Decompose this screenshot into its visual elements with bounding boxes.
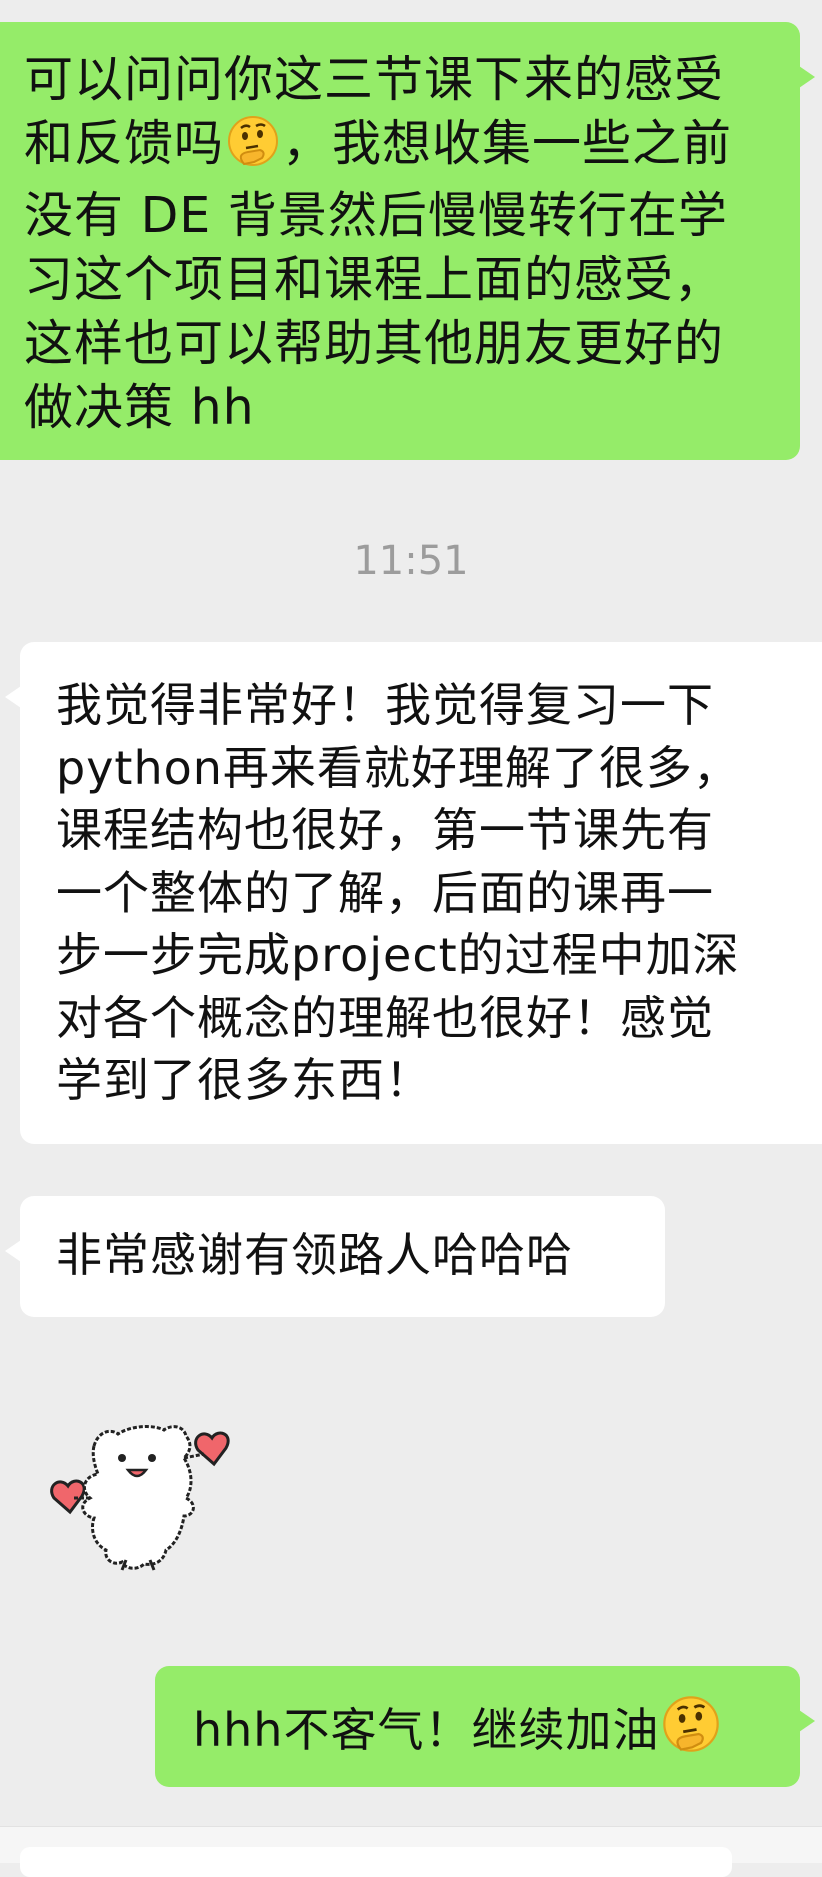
message-timestamp: 11:51 (353, 538, 469, 584)
message-text: hhh不客气！继续加油 (193, 1703, 660, 1757)
input-toolbar (0, 1826, 822, 1877)
thinking-face-emoji-icon (226, 114, 280, 184)
bear-holding-hearts-sticker[interactable] (48, 1420, 238, 1572)
bear-sticker-icon (50, 1425, 230, 1571)
incoming-message-bubble[interactable]: 我觉得非常好！我觉得复习一下 python再来看就好理解了很多， 课程结构也很好… (5, 642, 822, 1144)
incoming-message-bubble[interactable]: 非常感谢有领路人哈哈哈 (5, 1196, 665, 1317)
message-text: 非常感谢有领路人哈哈哈 (56, 1228, 573, 1282)
outgoing-message-bubble[interactable]: 可以问问你这三节课下来的感受 和反馈吗 ，我想收集一些之前 没有 DE 背景然后慢… (0, 22, 815, 460)
thinking-face-emoji-icon (661, 1694, 721, 1769)
message-input[interactable] (20, 1847, 732, 1877)
chat-thread: 可以问问你这三节课下来的感受 和反馈吗 ，我想收集一些之前 没有 DE 背景然后慢… (0, 0, 822, 1877)
message-text: 我觉得非常好！我觉得复习一下 python再来看就好理解了很多， 课程结构也很好… (56, 678, 740, 1107)
outgoing-message-bubble[interactable]: hhh不客气！继续加油 (155, 1666, 815, 1787)
